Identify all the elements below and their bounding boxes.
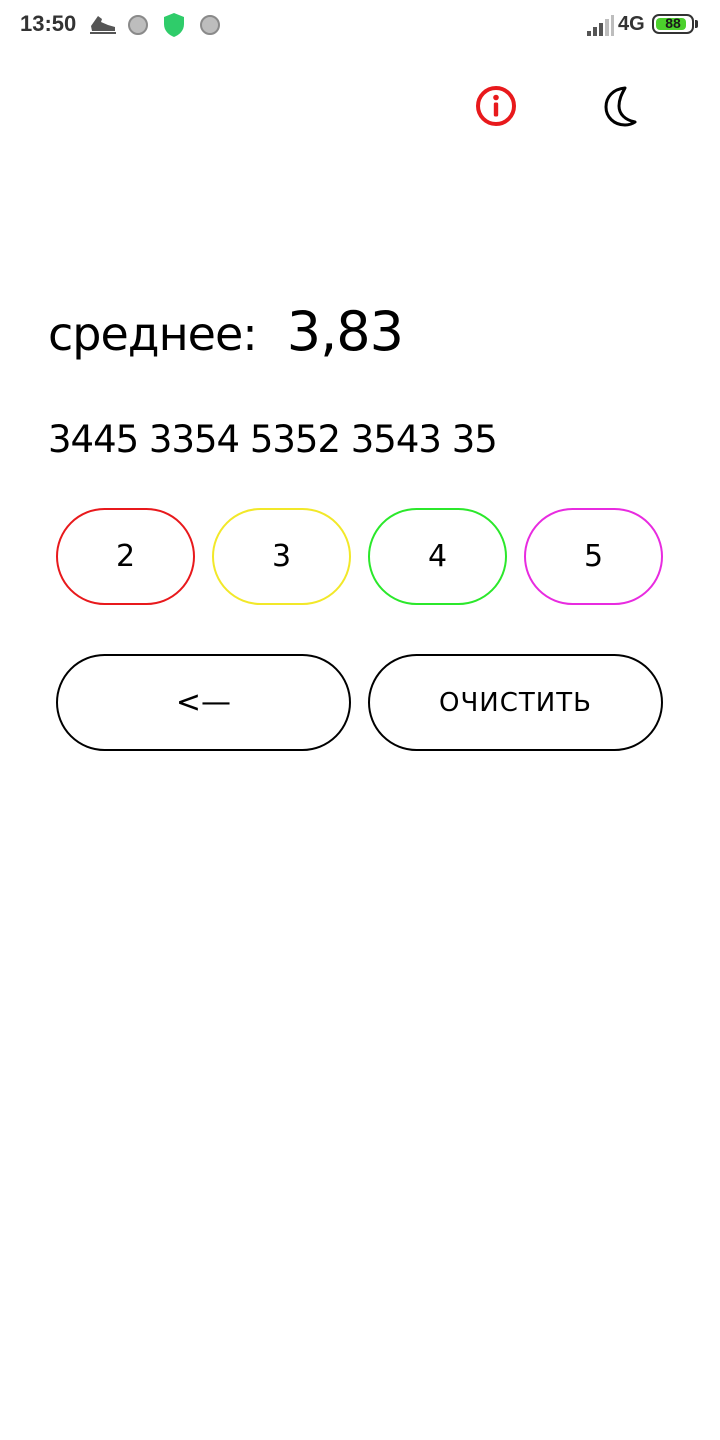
grade-button-2[interactable]: 2 bbox=[56, 508, 195, 605]
circle-icon bbox=[127, 14, 149, 40]
battery-cap bbox=[695, 20, 698, 28]
average-value: 3,83 bbox=[286, 300, 404, 363]
theme-toggle-button[interactable] bbox=[587, 76, 647, 136]
average-label: среднее: bbox=[48, 307, 258, 361]
battery-level: 88 bbox=[665, 15, 681, 31]
clear-button[interactable]: ОЧИСТИТЬ bbox=[368, 654, 663, 751]
shield-icon bbox=[163, 12, 185, 42]
grade-button-4[interactable]: 4 bbox=[368, 508, 507, 605]
battery-icon: 88 bbox=[652, 14, 694, 34]
grade-button-3[interactable]: 3 bbox=[212, 508, 351, 605]
running-shoe-icon bbox=[88, 12, 118, 40]
network-type: 4G bbox=[618, 13, 645, 35]
signal-icon bbox=[586, 15, 614, 41]
status-bar: 13:50 4G 88 bbox=[0, 0, 720, 52]
info-icon bbox=[476, 86, 516, 126]
backspace-button[interactable]: <— bbox=[56, 654, 351, 751]
moon-icon bbox=[604, 86, 637, 127]
circle-icon bbox=[199, 14, 221, 40]
grade-button-5[interactable]: 5 bbox=[524, 508, 663, 605]
average-row: среднее: 3,83 bbox=[48, 300, 404, 370]
info-button[interactable] bbox=[466, 76, 526, 136]
grades-entered: 3445 3354 5352 3543 35 bbox=[48, 418, 498, 461]
status-time: 13:50 bbox=[20, 11, 77, 36]
